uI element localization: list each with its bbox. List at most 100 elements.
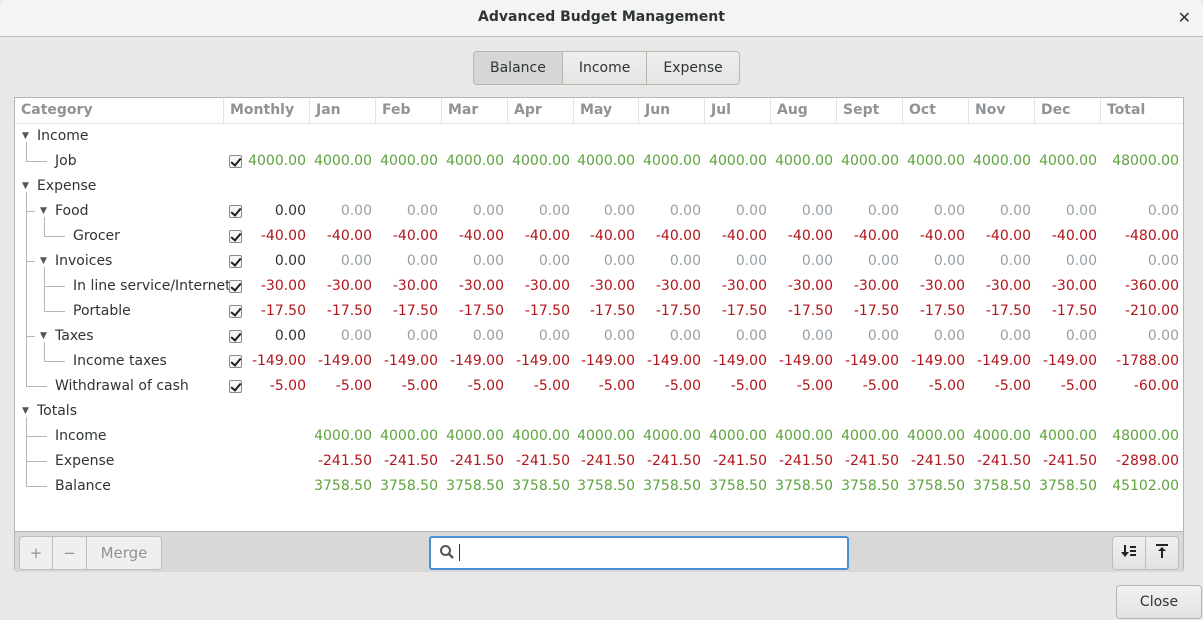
month-value-jan: 4000.00 — [314, 153, 372, 169]
include-checkbox[interactable] — [229, 380, 242, 393]
month-value-dec: -40.00 — [1051, 228, 1097, 244]
table-row[interactable]: Expense -241.50 -241.50 -241.50 -241.50 -241.… — [15, 449, 1183, 474]
table-row[interactable]: Balance 3758.50 3758.50 3758.50 3758.50 3758.… — [15, 474, 1183, 499]
month-value-aug: 4000.00 — [775, 428, 833, 444]
month-value-may: -30.00 — [589, 278, 635, 294]
title-bar: Advanced Budget Management ✕ — [0, 0, 1203, 37]
column-header-may[interactable]: May — [573, 98, 638, 123]
tab-expense[interactable]: Expense — [646, 52, 739, 84]
table-row[interactable]: Income 4000.00 4000.00 4000.00 4000.00 4000.0… — [15, 424, 1183, 449]
table-row[interactable]: ▼ Totals — [15, 399, 1183, 424]
month-value-sept: 4000.00 — [841, 428, 899, 444]
table-row[interactable]: In line service/Internet -30.00 -30.00 -30.… — [15, 274, 1183, 299]
column-header-apr[interactable]: Apr — [507, 98, 573, 123]
column-header-nov[interactable]: Nov — [968, 98, 1034, 123]
month-value-oct: -241.50 — [910, 453, 965, 469]
table-row[interactable]: Job 4000.00 4000.00 4000.00 4000.00 4000.00 40… — [15, 149, 1183, 174]
month-value-nov: -5.00 — [994, 378, 1031, 394]
include-checkbox[interactable] — [229, 205, 242, 218]
table-row[interactable]: ▼ Expense — [15, 174, 1183, 199]
column-header-jan[interactable]: Jan — [309, 98, 375, 123]
month-value-apr: 0.00 — [538, 253, 570, 269]
column-header-oct[interactable]: Oct — [902, 98, 968, 123]
monthly-value[interactable]: 0.00 — [275, 199, 306, 224]
month-value-jun: -241.50 — [646, 453, 701, 469]
merge-button[interactable]: Merge — [86, 537, 161, 569]
tree-line — [26, 211, 35, 212]
month-value-feb: -5.00 — [401, 378, 438, 394]
month-value-jul: -149.00 — [712, 353, 767, 369]
table-row[interactable]: Grocer -40.00 -40.00 -40.00 -40.00 -40.00 -40.… — [15, 224, 1183, 249]
column-header-monthly[interactable]: Monthly — [223, 98, 309, 123]
table-row[interactable]: Income taxes -149.00 -149.00 -149.00 -149.00… — [15, 349, 1183, 374]
include-checkbox[interactable] — [229, 330, 242, 343]
column-header-jul[interactable]: Jul — [704, 98, 770, 123]
month-value-may: -241.50 — [580, 453, 635, 469]
monthly-value[interactable]: -149.00 — [252, 349, 306, 374]
monthly-value[interactable]: -5.00 — [270, 374, 306, 399]
column-header-aug[interactable]: Aug — [770, 98, 836, 123]
month-value-nov: 0.00 — [999, 203, 1031, 219]
monthly-value[interactable]: 0.00 — [275, 324, 306, 349]
tab-balance[interactable]: Balance — [474, 52, 562, 84]
column-header-total[interactable]: Total — [1100, 98, 1183, 123]
table-row[interactable]: ▼ Invoices 0.00 0.00 0.00 0.00 0.00 0.00 0.00 0.0… — [15, 249, 1183, 274]
month-value-sept: 0.00 — [867, 328, 899, 344]
column-header-category[interactable]: Category — [15, 98, 223, 123]
tree-line — [44, 236, 65, 237]
include-checkbox[interactable] — [229, 255, 242, 268]
include-checkbox[interactable] — [229, 280, 242, 293]
search-input[interactable] — [429, 536, 849, 570]
collapse-all-button[interactable] — [1145, 537, 1178, 569]
tree-line — [44, 286, 65, 287]
category-label: Expense — [37, 178, 97, 194]
month-value-may: -17.50 — [589, 303, 635, 319]
column-header-dec[interactable]: Dec — [1034, 98, 1100, 123]
category-label: In line service/Internet — [73, 278, 231, 294]
table-row[interactable]: ▼ Taxes 0.00 0.00 0.00 0.00 0.00 0.00 0.00 0.00 0.… — [15, 324, 1183, 349]
add-button[interactable]: + — [20, 537, 52, 569]
month-value-aug: 0.00 — [801, 253, 833, 269]
table-row[interactable]: ▼ Income — [15, 124, 1183, 149]
month-value-mar: -5.00 — [467, 378, 504, 394]
column-header-sept[interactable]: Sept — [836, 98, 902, 123]
month-value-aug: 0.00 — [801, 203, 833, 219]
category-label: Totals — [37, 403, 77, 419]
monthly-value[interactable]: 0.00 — [275, 249, 306, 274]
month-value-sept: -149.00 — [844, 353, 899, 369]
table-row[interactable]: ▼ Food 0.00 0.00 0.00 0.00 0.00 0.00 0.00 0.00 0.0… — [15, 199, 1183, 224]
table-row[interactable]: Withdrawal of cash -5.00 -5.00 -5.00 -5.00 -5… — [15, 374, 1183, 399]
monthly-value[interactable]: 4000.00 — [248, 149, 306, 174]
category-label: Job — [55, 153, 77, 169]
include-checkbox[interactable] — [229, 155, 242, 168]
month-value-apr: -30.00 — [524, 278, 570, 294]
column-header-mar[interactable]: Mar — [441, 98, 507, 123]
month-value-dec: 0.00 — [1065, 328, 1097, 344]
month-value-feb: 3758.50 — [380, 478, 438, 494]
table-row[interactable]: Portable -17.50 -17.50 -17.50 -17.50 -17.50 -1… — [15, 299, 1183, 324]
month-value-nov: -149.00 — [976, 353, 1031, 369]
close-icon[interactable]: ✕ — [1178, 8, 1191, 27]
close-button[interactable]: Close — [1116, 585, 1202, 619]
month-value-nov: 0.00 — [999, 328, 1031, 344]
expand-all-button[interactable] — [1113, 537, 1145, 569]
month-value-feb: 0.00 — [406, 253, 438, 269]
tab-income[interactable]: Income — [561, 52, 647, 84]
monthly-value[interactable]: -30.00 — [261, 274, 306, 299]
month-value-may: 0.00 — [603, 253, 635, 269]
column-header-jun[interactable]: Jun — [638, 98, 704, 123]
month-value-dec: 0.00 — [1065, 203, 1097, 219]
include-checkbox[interactable] — [229, 305, 242, 318]
month-value-jan: 0.00 — [340, 253, 372, 269]
include-checkbox[interactable] — [229, 230, 242, 243]
column-header-feb[interactable]: Feb — [375, 98, 441, 123]
month-value-oct: 4000.00 — [907, 153, 965, 169]
monthly-value[interactable]: -40.00 — [261, 224, 306, 249]
month-value-feb: -149.00 — [383, 353, 438, 369]
include-checkbox[interactable] — [229, 355, 242, 368]
month-value-jul: 3758.50 — [709, 478, 767, 494]
total-value: 0.00 — [1147, 328, 1179, 344]
monthly-value[interactable]: -17.50 — [261, 299, 306, 324]
category-label: Expense — [55, 453, 115, 469]
remove-button[interactable]: − — [52, 537, 86, 569]
